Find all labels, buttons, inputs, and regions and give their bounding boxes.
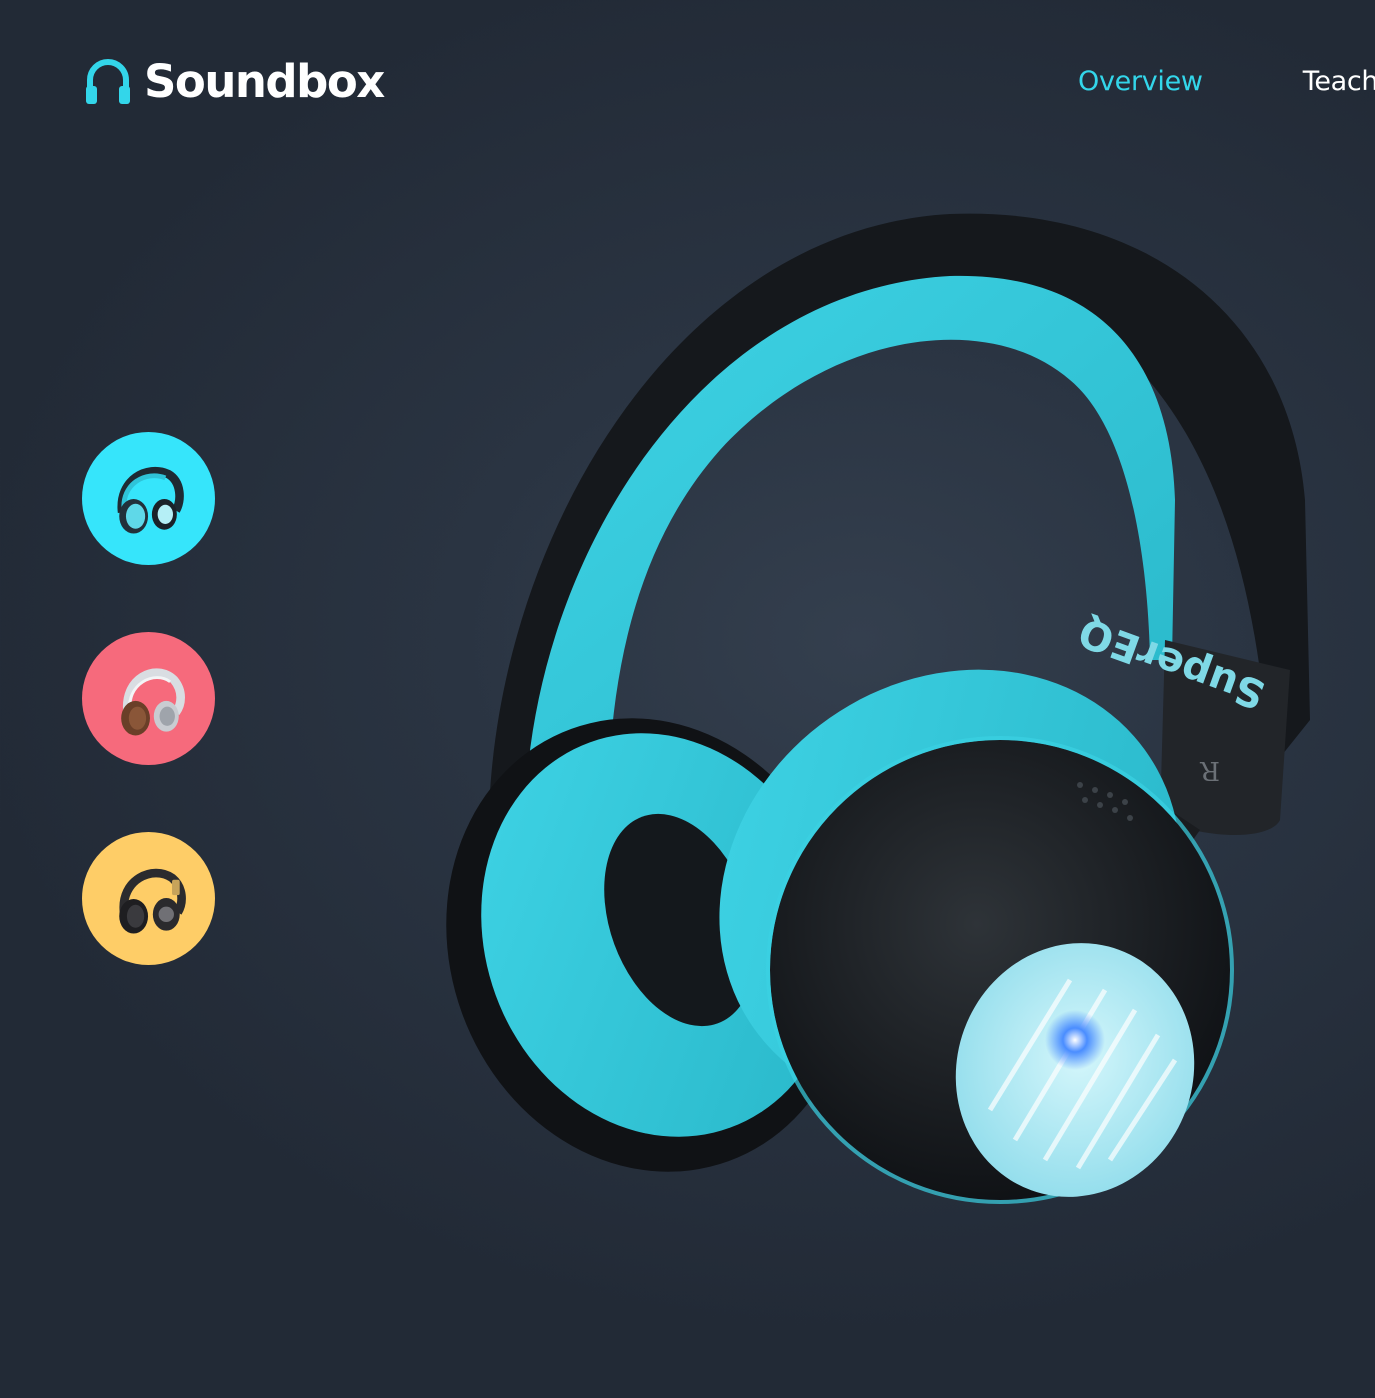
- site-header: Soundbox Overview Teach: [0, 0, 1375, 170]
- brand-name: Soundbox: [144, 54, 385, 108]
- headphones-icon: [118, 868, 186, 934]
- pink-headphones-thumb[interactable]: [82, 632, 215, 765]
- product-thumbnails: [82, 432, 216, 1032]
- nav-overview[interactable]: Overview: [1078, 66, 1203, 98]
- brand-logo[interactable]: Soundbox: [84, 54, 385, 108]
- nav-teach[interactable]: Teach: [1303, 66, 1375, 98]
- teal-headphones-thumb[interactable]: [82, 432, 215, 565]
- yellow-headphones-thumb[interactable]: [82, 832, 215, 965]
- headphones-icon: SuperEQ R: [446, 213, 1310, 1204]
- headphones-icon: [86, 59, 130, 104]
- side-marker: R: [1199, 755, 1220, 785]
- main-nav: Overview Teach: [1078, 66, 1375, 98]
- hero-product-image: SuperEQ R: [430, 200, 1375, 1220]
- headphones-icon: [120, 667, 185, 735]
- headphones-icon: [117, 466, 184, 534]
